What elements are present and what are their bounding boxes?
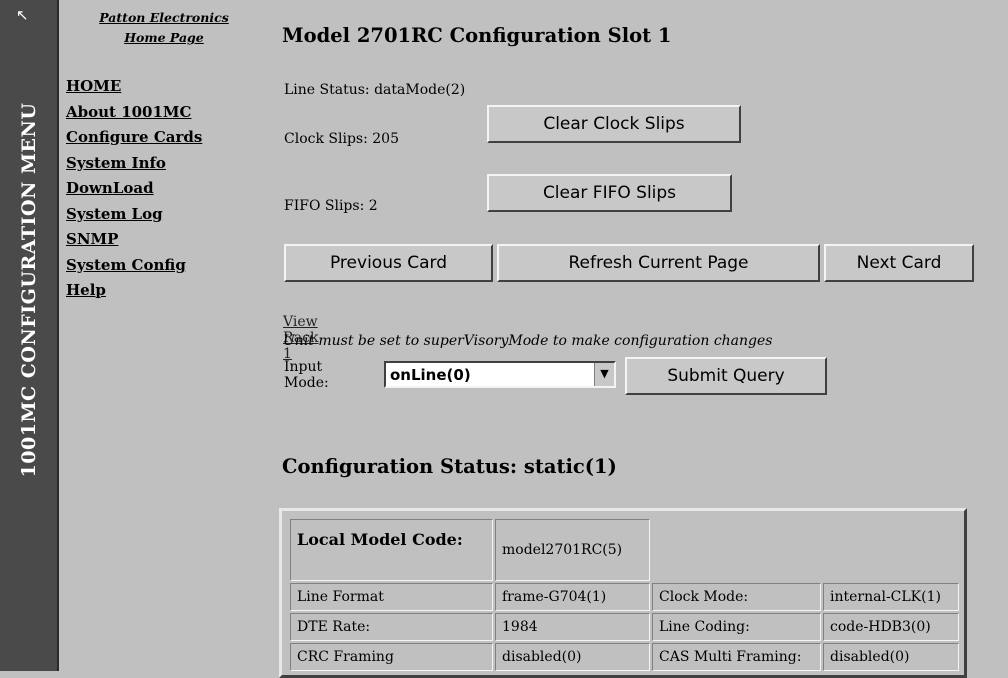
clock-slips: Clock Slips: 205 [284,131,399,147]
configuration-status: Configuration Status: static(1) [282,455,617,478]
table-cell: internal-CLK(1) [823,583,959,611]
table-cell: CRC Framing [290,643,493,671]
line-status: Line Status: dataMode(2) [284,82,466,98]
table-cell: Line Format [290,583,493,611]
table-empty-cell [652,519,821,581]
model-code-value: model2701RC(5) [495,519,650,581]
nav-download[interactable]: DownLoad [66,176,202,202]
config-menu-strip: ↖ 1001MC CONFIGURATION MENU [0,0,59,671]
table-cell: disabled(0) [823,643,959,671]
nav-configure-cards[interactable]: Configure Cards [66,125,202,151]
table-row: Line Format frame-G704(1) Clock Mode: in… [290,583,959,611]
table-empty-cell [823,519,959,581]
table-cell: frame-G704(1) [495,583,650,611]
nav-about[interactable]: About 1001MC [66,100,202,126]
table-cell: code-HDB3(0) [823,613,959,641]
table-row: DTE Rate: 1984 Line Coding: code-HDB3(0) [290,613,959,641]
dropdown-arrow-icon[interactable]: ▼ [594,363,614,386]
submit-query-button[interactable]: Submit Query [625,357,827,395]
input-mode-label: Input Mode: [284,359,329,391]
brand-links: Patton Electronics Home Page [84,8,244,48]
nav-home[interactable]: HOME [66,74,202,100]
cursor-arrow-icon: ↖ [16,6,29,24]
input-mode-select[interactable]: onLine(0) ▼ [384,361,616,388]
fifo-slips: FIFO Slips: 2 [284,198,378,214]
config-table-frame: Local Model Code: model2701RC(5) Line Fo… [279,508,967,678]
page-title: Model 2701RC Configuration Slot 1 [282,24,672,47]
nav-system-log[interactable]: System Log [66,202,202,228]
model-code-label: Local Model Code: [290,519,493,581]
nav-menu: HOME About 1001MC Configure Cards System… [66,74,202,304]
clear-clock-slips-button[interactable]: Clear Clock Slips [487,105,741,143]
table-cell: disabled(0) [495,643,650,671]
table-cell: Line Coding: [652,613,821,641]
nav-system-config[interactable]: System Config [66,253,202,279]
supervisory-note: Unit must be set to superVisoryMode to m… [283,333,773,349]
nav-snmp[interactable]: SNMP [66,227,202,253]
company-link[interactable]: Patton Electronics [84,8,244,28]
table-row: Local Model Code: model2701RC(5) [290,519,959,581]
next-card-button[interactable]: Next Card [824,244,974,282]
table-cell: 1984 [495,613,650,641]
table-cell: DTE Rate: [290,613,493,641]
refresh-page-button[interactable]: Refresh Current Page [497,244,820,282]
config-table: Local Model Code: model2701RC(5) Line Fo… [288,517,961,673]
table-row: CRC Framing disabled(0) CAS Multi Framin… [290,643,959,671]
table-cell: Clock Mode: [652,583,821,611]
home-page-link[interactable]: Home Page [84,28,244,48]
clear-fifo-slips-button[interactable]: Clear FIFO Slips [487,174,732,212]
nav-system-info[interactable]: System Info [66,151,202,177]
previous-card-button[interactable]: Previous Card [284,244,493,282]
input-mode-value: onLine(0) [390,366,471,384]
nav-help[interactable]: Help [66,278,202,304]
table-cell: CAS Multi Framing: [652,643,821,671]
config-menu-label: 1001MC CONFIGURATION MENU [17,102,40,478]
